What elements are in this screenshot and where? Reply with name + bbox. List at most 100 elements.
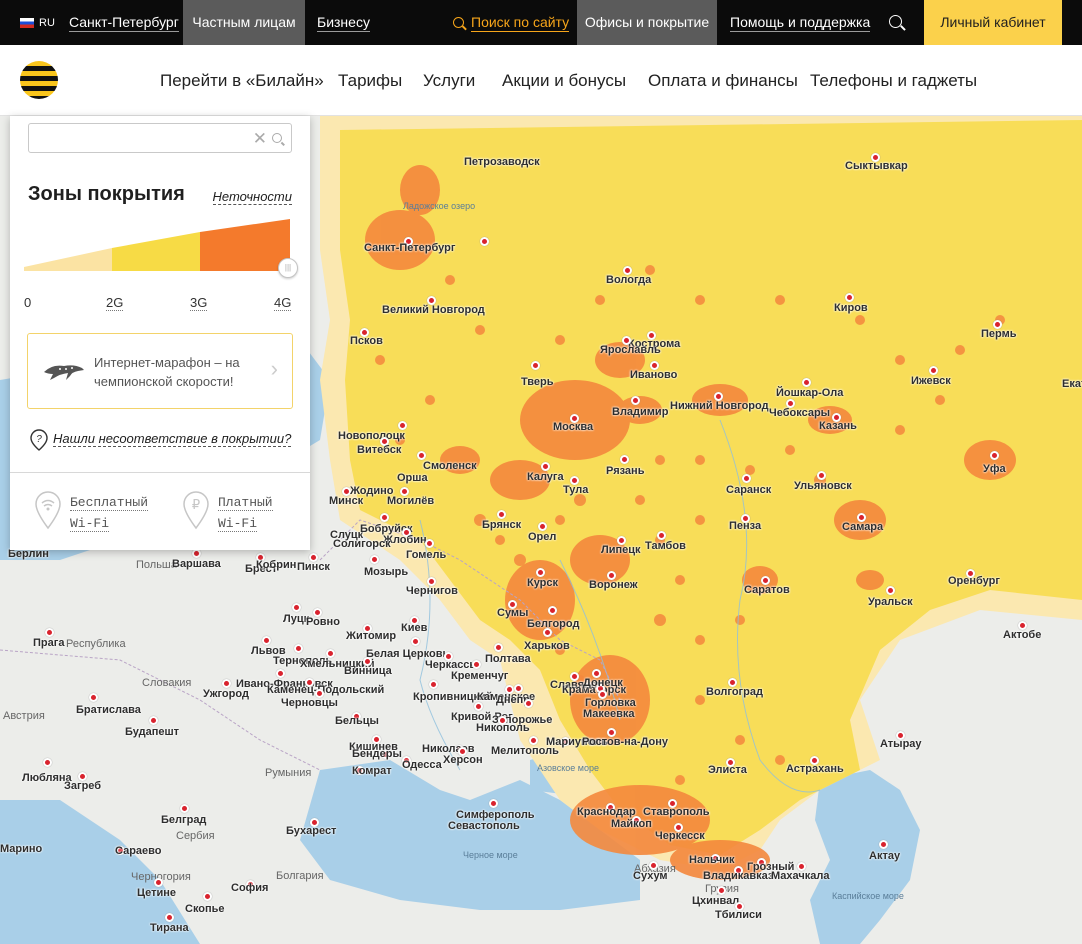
nav-go-beeline[interactable]: Перейти в «Билайн»: [160, 45, 324, 116]
city-label: Махачкала: [771, 870, 830, 882]
city-marker[interactable]: [620, 455, 629, 464]
city-label: Москва: [553, 421, 594, 433]
city-marker[interactable]: [524, 699, 533, 708]
city-label: Казань: [819, 420, 857, 432]
promo-banner[interactable]: Интернет-марафон – на чемпионской скорос…: [27, 333, 293, 409]
tab-private-clients[interactable]: Частным лицам: [183, 0, 305, 45]
coverage-slider-handle[interactable]: |||: [278, 258, 298, 278]
personal-account-button[interactable]: Личный кабинет: [924, 0, 1062, 45]
tick-4g[interactable]: 4G: [274, 295, 292, 311]
city-label: Тверь: [521, 376, 554, 388]
city-label: Одесса: [402, 759, 442, 771]
city-marker[interactable]: [514, 684, 523, 693]
city-marker[interactable]: [222, 679, 231, 688]
city-marker[interactable]: [203, 892, 212, 901]
city-marker[interactable]: [631, 396, 640, 405]
city-selector[interactable]: Санкт-Петербург: [69, 0, 179, 45]
search-button[interactable]: [880, 0, 910, 45]
city-marker[interactable]: [370, 555, 379, 564]
city-label: Майкоп: [611, 818, 652, 830]
nav-payment-finance[interactable]: Оплата и финансы: [648, 45, 798, 116]
city-marker[interactable]: [494, 643, 503, 652]
city-marker[interactable]: [886, 586, 895, 595]
city-label: Ставрополь: [643, 806, 710, 818]
city-marker[interactable]: [548, 606, 557, 615]
tick-2g[interactable]: 2G: [106, 295, 124, 311]
city-marker[interactable]: [294, 644, 303, 653]
city-marker[interactable]: [165, 913, 174, 922]
city-marker[interactable]: [480, 237, 489, 246]
paid-wifi-label-2: Wi-Fi: [218, 516, 258, 532]
city-label: Чебоксары: [769, 407, 831, 419]
city-label: Никополь: [476, 722, 530, 734]
nav-services[interactable]: Услуги: [423, 45, 475, 116]
city-marker[interactable]: [474, 702, 483, 711]
city-marker[interactable]: [326, 649, 335, 658]
city-marker[interactable]: [411, 637, 420, 646]
city-marker[interactable]: [425, 539, 434, 548]
city-marker[interactable]: [380, 513, 389, 522]
city-label: Солигорск: [333, 538, 391, 550]
city-marker[interactable]: [497, 510, 506, 519]
city-marker[interactable]: [929, 366, 938, 375]
nav-phones-gadgets[interactable]: Телефоны и гаджеты: [810, 45, 977, 116]
city-marker[interactable]: [742, 474, 751, 483]
city-marker[interactable]: [845, 293, 854, 302]
city-marker[interactable]: [89, 693, 98, 702]
coverage-bar-4g: [200, 219, 290, 271]
site-search-link[interactable]: Поиск по сайту: [453, 0, 570, 45]
city-marker[interactable]: [262, 636, 271, 645]
city-label: Тамбов: [645, 540, 686, 552]
city-label: Ульяновск: [794, 480, 852, 492]
city-marker[interactable]: [472, 660, 481, 669]
svg-text:?: ?: [36, 434, 42, 445]
city-marker[interactable]: [879, 840, 888, 849]
city-marker[interactable]: [417, 451, 426, 460]
city-marker[interactable]: [276, 669, 285, 678]
city-marker[interactable]: [657, 531, 666, 540]
city-marker[interactable]: [531, 361, 540, 370]
city-marker[interactable]: [529, 736, 538, 745]
nav-tariffs[interactable]: Тарифы: [338, 45, 402, 116]
tab-offices-coverage[interactable]: Офисы и покрытие: [577, 0, 717, 45]
tick-0: 0: [24, 295, 32, 310]
city-marker[interactable]: [536, 568, 545, 577]
report-mismatch-link[interactable]: ? Нашли несоответствие в покрытии?: [30, 429, 292, 451]
city-marker[interactable]: [292, 603, 301, 612]
city-label: Загреб: [64, 780, 102, 792]
city-marker[interactable]: [429, 680, 438, 689]
search-icon[interactable]: [272, 133, 282, 143]
address-search-input[interactable]: [29, 124, 239, 152]
city-marker[interactable]: [802, 378, 811, 387]
city-marker[interactable]: [43, 758, 52, 767]
city-marker[interactable]: [543, 628, 552, 637]
help-support-link[interactable]: Помощь и поддержка: [730, 0, 871, 45]
tab-business[interactable]: Бизнесу: [317, 0, 370, 45]
nav-promo-bonuses[interactable]: Акции и бонусы: [502, 45, 626, 116]
city-marker[interactable]: [45, 628, 54, 637]
city-marker[interactable]: [649, 861, 658, 870]
city-marker[interactable]: [398, 421, 407, 430]
country-label: Польша: [136, 559, 177, 571]
city-marker[interactable]: [489, 799, 498, 808]
ruble-pin-icon: ₽: [183, 491, 209, 530]
tick-3g[interactable]: 3G: [190, 295, 208, 311]
city-marker[interactable]: [541, 462, 550, 471]
promo-text: Интернет-марафон – на чемпионской скорос…: [94, 355, 240, 389]
city-label: Нижний Новгород: [670, 400, 769, 412]
city-marker[interactable]: [180, 804, 189, 813]
close-icon[interactable]: ✕: [253, 129, 267, 149]
city-marker[interactable]: [149, 716, 158, 725]
city-marker[interactable]: [154, 878, 163, 887]
city-marker[interactable]: [192, 549, 201, 558]
city-marker[interactable]: [817, 471, 826, 480]
city-marker[interactable]: [717, 886, 726, 895]
inaccuracy-link[interactable]: Неточности: [212, 189, 292, 205]
city-label: Калуга: [527, 471, 564, 483]
city-marker[interactable]: [538, 522, 547, 531]
city-label: Комрат: [352, 765, 392, 777]
city-marker[interactable]: [990, 451, 999, 460]
language-switch[interactable]: RU: [20, 0, 55, 45]
coverage-level-bars[interactable]: [24, 219, 290, 271]
city-label: Самара: [842, 521, 884, 533]
